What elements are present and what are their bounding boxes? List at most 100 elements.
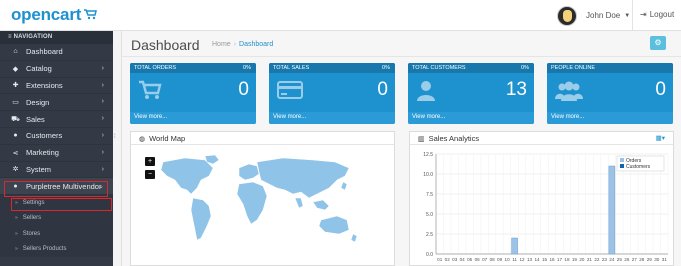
x-tick-label: 19 (572, 257, 578, 262)
user-menu[interactable]: John Doe ▼ (557, 5, 630, 26)
sidebar-item-label: System (26, 164, 52, 174)
view-more-link[interactable]: View more... (547, 112, 673, 124)
nav-heading: ≡ NAVIGATION (0, 31, 113, 44)
x-tick-label: 22 (594, 257, 600, 262)
y-tick-label: 2.5 (426, 232, 433, 238)
sidebar-item-label: Catalog (26, 64, 52, 74)
highlight-purpletree (4, 181, 108, 197)
sidebar-item-label: Marketing (26, 148, 59, 158)
x-tick-label: 18 (564, 257, 570, 262)
world-map-panel: ◍ World Map + − (130, 131, 395, 266)
gear-icon: ⚙ (654, 38, 662, 47)
chevron-right-icon: › (101, 64, 104, 72)
view-more-link[interactable]: View more... (408, 112, 534, 124)
calendar-dropdown-icon[interactable]: ▦▾ (656, 134, 665, 142)
tag-icon: ◆ (12, 65, 19, 73)
tile-total-sales: TOTAL SALES 0% 0 View more... (269, 63, 395, 124)
tile-people-online: PEOPLE ONLINE 0 View more... (547, 63, 673, 124)
sidebar-item-label: Sales (26, 114, 45, 124)
sales-chart: 0.0 2.5 5.0 7.5 10.0 12.5 01 02 03 04 05 06 07 08 09 10… (423, 152, 669, 262)
logout-button[interactable]: ⇥ Logout (640, 10, 674, 19)
sidebar-item-design[interactable]: ▭ Design › (0, 94, 113, 112)
sidebar-item-marketing[interactable]: ⋖ Marketing › (0, 145, 113, 162)
tile-body: 13 (408, 73, 534, 112)
title-divider (122, 56, 681, 57)
main-content: Dashboard Home › Dashboard ⚙ TOTAL ORDERS 0… (122, 31, 681, 266)
tile-heading: TOTAL ORDERS 0% (130, 63, 256, 73)
tile-heading: PEOPLE ONLINE (547, 63, 673, 73)
legend-swatch (620, 158, 624, 162)
cart-icon (138, 80, 162, 105)
submenu-item-sellers[interactable]: » Sellers (0, 210, 113, 227)
dashboard-icon: ⌂ (13, 48, 18, 56)
sidebar-item-customers[interactable]: ● Customers › (0, 128, 113, 145)
bar-chart-icon: ▥ (418, 136, 425, 143)
x-tick-label: 14 (534, 257, 540, 262)
breadcrumb-home[interactable]: Home (212, 41, 231, 48)
sidebar-item-catalog[interactable]: ◆ Catalog › (0, 61, 113, 78)
credit-card-icon (277, 80, 303, 105)
cart-icon: ⛟ (11, 115, 20, 123)
x-tick-label: 31 (662, 257, 668, 262)
bar-orders (511, 237, 518, 255)
sidebar-item-system[interactable]: ✲ System › (0, 162, 113, 179)
tile-percent: 0% (521, 65, 529, 71)
y-tick-label: 7.5 (426, 192, 433, 198)
tile-label: TOTAL SALES (273, 65, 310, 71)
x-tick-label: 02 (445, 257, 451, 262)
users-icon (555, 80, 583, 107)
tile-total-orders: TOTAL ORDERS 0% 0 View more... (130, 63, 256, 124)
highlight-settings (11, 198, 112, 211)
chevron-right-icon: › (101, 148, 104, 156)
settings-button[interactable]: ⚙ (650, 36, 666, 50)
tile-percent: 0% (243, 65, 251, 71)
submenu-item-sellers-products[interactable]: » Sellers Products (0, 241, 113, 258)
x-tick-label: 11 (512, 257, 517, 262)
submenu-item-stores[interactable]: » Stores (0, 226, 113, 242)
tile-heading: TOTAL SALES 0% (269, 63, 395, 73)
x-tick-label: 24 (609, 257, 615, 262)
y-tick-label: 10.0 (423, 172, 433, 178)
legend-swatch (620, 164, 624, 168)
chevron-right-icon: › (101, 98, 104, 106)
panel-heading: ◍ World Map (131, 132, 394, 145)
header-divider (632, 0, 633, 31)
world-map[interactable] (153, 154, 393, 254)
handle-grip-icon: ⁞ (114, 134, 116, 140)
x-tick-label: 07 (482, 257, 488, 262)
sidebar-item-sales[interactable]: ⛟ Sales › (0, 111, 113, 128)
sidebar: ≡ NAVIGATION ⌂ Dashboard ◆ Catalog › ✚ Extensi… (0, 31, 113, 266)
double-chevron-icon: » (15, 246, 18, 253)
tile-heading: TOTAL CUSTOMERS 0% (408, 63, 534, 73)
user-name: John Doe (586, 11, 621, 20)
tile-value: 0 (238, 79, 249, 100)
avatar (557, 5, 577, 26)
sidebar-item-dashboard[interactable]: ⌂ Dashboard (0, 44, 113, 61)
view-more-link[interactable]: View more... (269, 112, 395, 124)
tile-label: PEOPLE ONLINE (551, 65, 596, 71)
tile-body: 0 (547, 73, 673, 112)
panel-title: World Map (149, 134, 186, 143)
breadcrumb: Home › Dashboard (212, 41, 273, 48)
sidebar-item-extensions[interactable]: ✚ Extensions › (0, 78, 113, 95)
x-tick-label: 23 (602, 257, 608, 262)
share-icon: ⋖ (12, 149, 19, 157)
breadcrumb-current[interactable]: Dashboard (239, 41, 273, 48)
logo-text: opencart (11, 5, 82, 24)
legend-label: Customers (626, 164, 651, 170)
panel-heading: ▥ Sales Analytics ▦▾ (410, 132, 673, 145)
sidebar-item-label: Customers (26, 131, 63, 141)
chevron-right-icon: › (101, 165, 104, 173)
opencart-logo[interactable]: opencart (11, 5, 98, 25)
sidebar-item-label: Dashboard (26, 47, 63, 57)
tile-percent: 0% (382, 65, 390, 71)
nav-list: ⌂ Dashboard ◆ Catalog › ✚ Extensions › ▭ Design › ⛟… (0, 44, 113, 196)
x-tick-label: 10 (505, 257, 511, 262)
x-tick-label: 09 (497, 257, 503, 262)
cog-icon: ✲ (12, 166, 19, 174)
panel-title: Sales Analytics (428, 134, 480, 143)
cart-logo-icon (83, 8, 98, 23)
view-more-link[interactable]: View more... (130, 112, 256, 124)
sidebar-toggle[interactable]: ⁞ (113, 31, 122, 266)
y-tick-label: 12.5 (423, 152, 433, 158)
